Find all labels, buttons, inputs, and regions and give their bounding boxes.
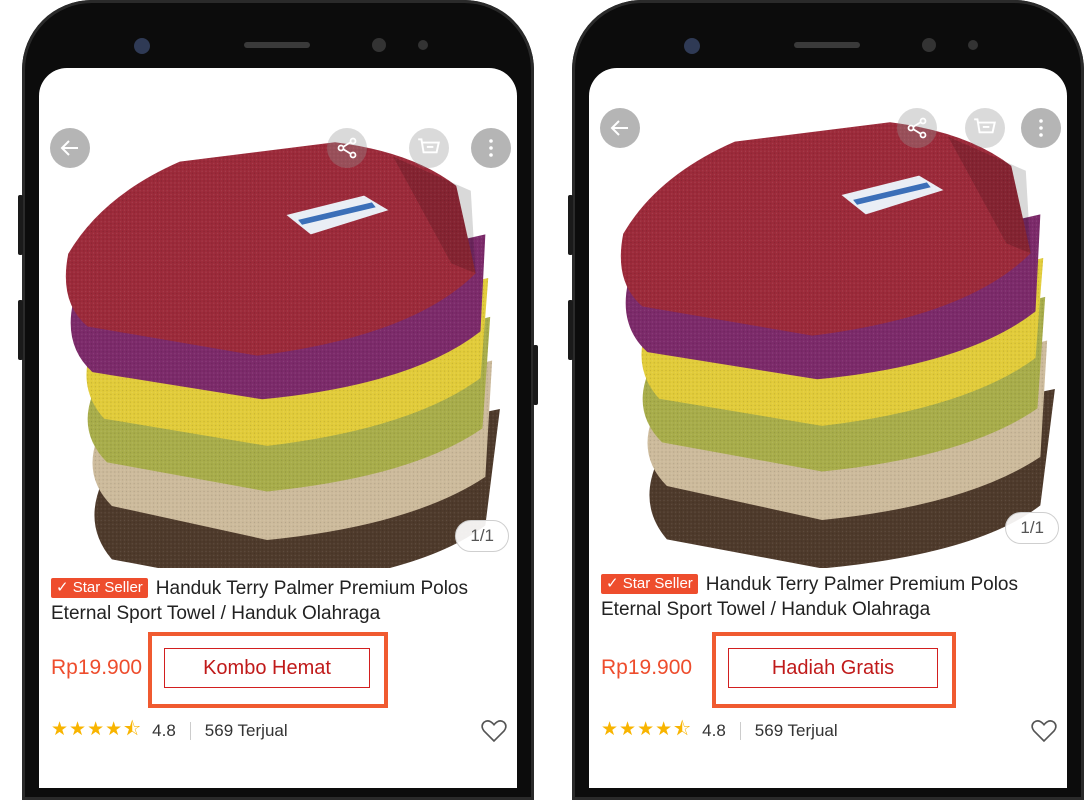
image-counter: 1/1 [455, 520, 509, 552]
earpiece-speaker [794, 42, 860, 48]
iris-sensor [922, 38, 936, 52]
badge-label: Star Seller [622, 575, 693, 592]
rating-value: 4.8 [152, 721, 176, 740]
more-button[interactable] [1021, 108, 1061, 148]
bixby-button [18, 300, 23, 360]
arrow-left-icon [610, 120, 628, 136]
promo-callout: Hadiah Gratis [712, 632, 956, 708]
rating-row: ★★★★⯪ 4.8 569 Terjual [601, 716, 1063, 746]
bixby-button [568, 300, 573, 360]
cart-button[interactable] [965, 108, 1005, 148]
share-icon [907, 117, 927, 139]
more-vertical-icon [489, 139, 493, 157]
proximity-sensor [418, 40, 428, 50]
sold-count: 569 Terjual [204, 721, 288, 740]
arrow-left-icon [60, 140, 78, 156]
share-icon [337, 137, 357, 159]
power-button [533, 345, 538, 405]
front-camera [684, 38, 700, 54]
heart-icon[interactable] [479, 716, 509, 746]
proximity-sensor [968, 40, 978, 50]
cart-icon [418, 138, 440, 154]
product-title-block: ✓ Star Seller Handuk Terry Palmer Premium… [51, 576, 511, 626]
image-counter: 1/1 [1005, 512, 1059, 544]
earpiece-speaker [244, 42, 310, 48]
divider [189, 722, 191, 740]
promo-label: Kombo Hemat [164, 648, 370, 688]
rating-stars-icon: ★★★★⯪ [601, 719, 693, 740]
rating-row: ★★★★⯪ 4.8 569 Terjual [51, 716, 513, 746]
back-button[interactable] [600, 108, 640, 148]
front-camera [134, 38, 150, 54]
rating-stars-icon: ★★★★⯪ [51, 719, 143, 740]
share-button[interactable] [897, 108, 937, 148]
volume-button [568, 195, 573, 255]
rating-value: 4.8 [702, 721, 726, 740]
more-vertical-icon [1039, 119, 1043, 137]
iris-sensor [372, 38, 386, 52]
product-title-block: ✓ Star Seller Handuk Terry Palmer Premium… [601, 572, 1061, 622]
star-seller-badge: ✓ Star Seller [51, 578, 148, 598]
star-seller-badge: ✓ Star Seller [601, 574, 698, 594]
volume-button [18, 195, 23, 255]
product-price: Rp19.900 [601, 656, 693, 679]
more-button[interactable] [471, 128, 511, 168]
back-button[interactable] [50, 128, 90, 168]
share-button[interactable] [327, 128, 367, 168]
cart-button[interactable] [409, 128, 449, 168]
promo-callout: Kombo Hemat [148, 632, 388, 708]
divider [739, 722, 741, 740]
cart-icon [974, 118, 996, 134]
product-price: Rp19.900 [51, 656, 143, 679]
promo-label: Hadiah Gratis [728, 648, 938, 688]
sold-count: 569 Terjual [754, 721, 838, 740]
heart-icon[interactable] [1029, 716, 1059, 746]
badge-label: Star Seller [72, 579, 143, 596]
